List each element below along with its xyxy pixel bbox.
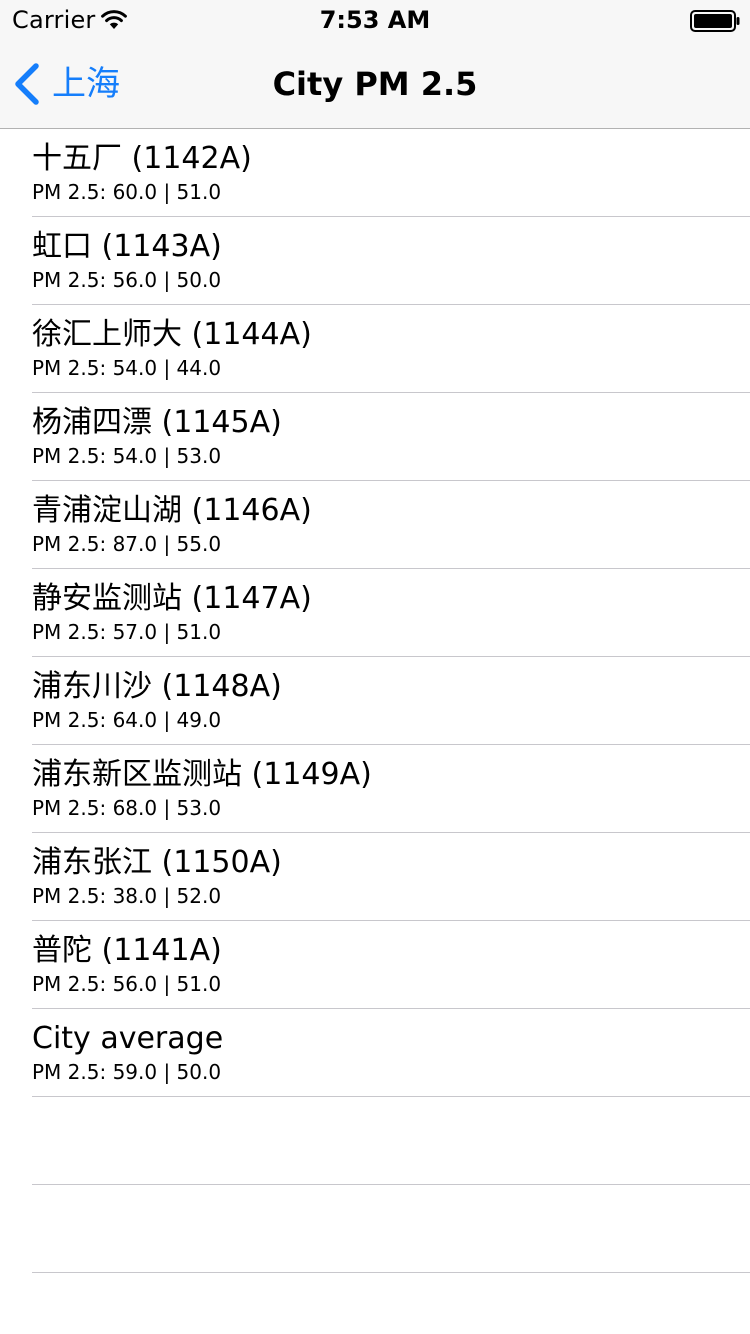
station-name: 静安监测站 (1147A) <box>32 581 312 616</box>
empty-row <box>32 1185 750 1273</box>
list-item[interactable]: 浦东张江 (1150A) PM 2.5: 38.0 | 52.0 <box>32 833 750 921</box>
list-item[interactable]: 浦东新区监测站 (1149A) PM 2.5: 68.0 | 53.0 <box>32 745 750 833</box>
pm25-readings: PM 2.5: 56.0 | 50.0 <box>32 268 222 292</box>
station-name: 杨浦四漂 (1145A) <box>32 405 282 440</box>
pm25-readings: PM 2.5: 56.0 | 51.0 <box>32 972 222 996</box>
pm25-readings: PM 2.5: 38.0 | 52.0 <box>32 884 222 908</box>
station-name: 青浦淀山湖 (1146A) <box>32 493 312 528</box>
station-name: 浦东新区监测站 (1149A) <box>32 757 372 792</box>
list-item[interactable]: 徐汇上师大 (1144A) PM 2.5: 54.0 | 44.0 <box>32 305 750 393</box>
station-name: 浦东川沙 (1148A) <box>32 669 282 704</box>
page-title: City PM 2.5 <box>272 65 478 103</box>
pm25-readings: PM 2.5: 87.0 | 55.0 <box>32 532 222 556</box>
empty-row <box>32 1097 750 1185</box>
station-list: 十五厂 (1142A) PM 2.5: 60.0 | 51.0 虹口 (1143… <box>0 129 750 1273</box>
station-name: 虹口 (1143A) <box>32 229 222 264</box>
list-item[interactable]: 虹口 (1143A) PM 2.5: 56.0 | 50.0 <box>32 217 750 305</box>
pm25-readings: PM 2.5: 57.0 | 51.0 <box>32 620 222 644</box>
pm25-readings: PM 2.5: 68.0 | 53.0 <box>32 796 222 820</box>
list-item[interactable]: 杨浦四漂 (1145A) PM 2.5: 54.0 | 53.0 <box>32 393 750 481</box>
list-item[interactable]: 浦东川沙 (1148A) PM 2.5: 64.0 | 49.0 <box>32 657 750 745</box>
pm25-readings: PM 2.5: 59.0 | 50.0 <box>32 1060 222 1084</box>
navigation-bar: 上海 City PM 2.5 <box>0 40 750 129</box>
status-time: 7:53 AM <box>319 6 431 34</box>
status-bar: Carrier 7:53 AM <box>0 0 750 40</box>
list-item[interactable]: 十五厂 (1142A) PM 2.5: 60.0 | 51.0 <box>32 129 750 217</box>
battery-icon <box>690 10 740 32</box>
station-name: City average <box>32 1021 224 1056</box>
list-item[interactable]: 普陀 (1141A) PM 2.5: 56.0 | 51.0 <box>32 921 750 1009</box>
station-name: 普陀 (1141A) <box>32 933 222 968</box>
pm25-readings: PM 2.5: 64.0 | 49.0 <box>32 708 222 732</box>
list-item[interactable]: 静安监测站 (1147A) PM 2.5: 57.0 | 51.0 <box>32 569 750 657</box>
pm25-readings: PM 2.5: 54.0 | 44.0 <box>32 356 222 380</box>
pm25-readings: PM 2.5: 60.0 | 51.0 <box>32 180 222 204</box>
list-item[interactable]: City average PM 2.5: 59.0 | 50.0 <box>32 1009 750 1097</box>
station-name: 浦东张江 (1150A) <box>32 845 282 880</box>
pm25-readings: PM 2.5: 54.0 | 53.0 <box>32 444 222 468</box>
station-name: 徐汇上师大 (1144A) <box>32 317 312 352</box>
list-item[interactable]: 青浦淀山湖 (1146A) PM 2.5: 87.0 | 55.0 <box>32 481 750 569</box>
station-name: 十五厂 (1142A) <box>32 141 252 176</box>
